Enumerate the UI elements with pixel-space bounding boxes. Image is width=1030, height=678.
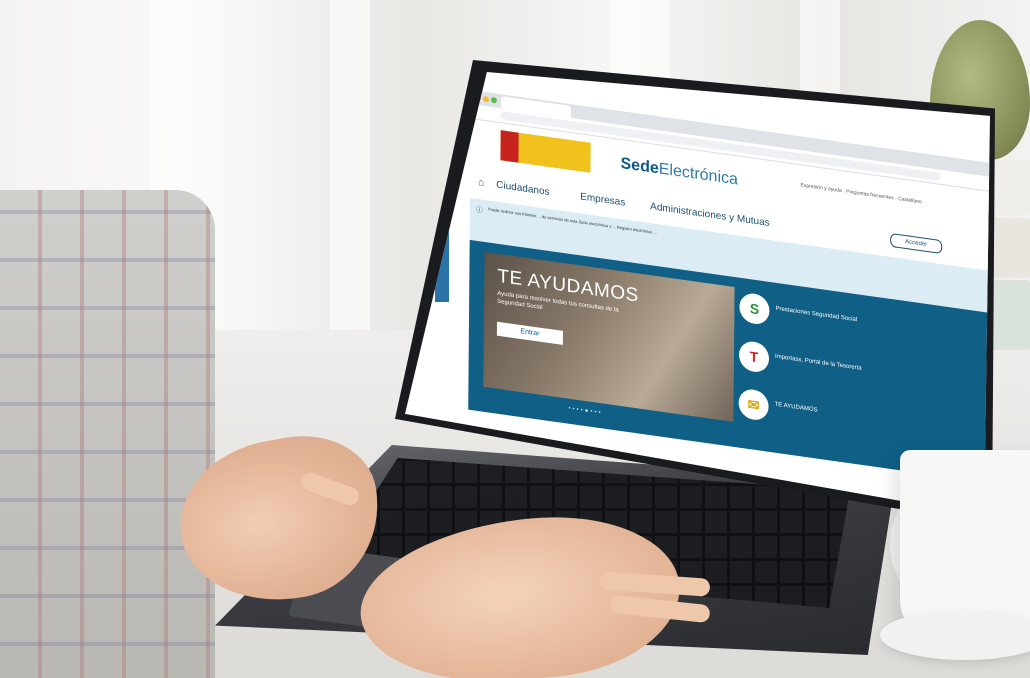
nav-item-ciudadanos[interactable]: Ciudadanos bbox=[496, 180, 549, 198]
nav-item-empresas[interactable]: Empresas bbox=[580, 191, 625, 208]
site-logo[interactable]: SedeElectrónica bbox=[620, 155, 738, 189]
home-icon[interactable]: ⌂ bbox=[478, 177, 484, 189]
login-button[interactable]: Acceder bbox=[890, 232, 943, 255]
logo-text-bold: Sede bbox=[620, 155, 659, 178]
photo-scene: SedeElectrónica Expresión y ayuda · Preg… bbox=[0, 0, 1030, 678]
side-link-label: Importass, Portal de la Tesorería bbox=[775, 353, 862, 372]
coat-of-arms-icon bbox=[500, 130, 519, 163]
te-ayudamos-icon: ✉ bbox=[738, 387, 769, 422]
minimize-dot-icon[interactable] bbox=[482, 95, 489, 103]
carousel-dots[interactable]: ••••●••• bbox=[568, 406, 602, 417]
maximize-dot-icon[interactable] bbox=[490, 96, 497, 104]
info-icon: ⓘ bbox=[475, 206, 483, 215]
side-link-label: TE AYUDAMOS bbox=[774, 401, 818, 414]
header-links[interactable]: Expresión y ayuda · Preguntas frecuentes… bbox=[801, 182, 922, 205]
side-link-label: Prestaciones Seguridad Social bbox=[775, 305, 858, 324]
logo-text-light: Electrónica bbox=[658, 160, 739, 189]
tesoreria-icon: T bbox=[738, 339, 770, 374]
prestaciones-icon: S bbox=[739, 291, 770, 326]
person-shoulder bbox=[0, 190, 215, 678]
